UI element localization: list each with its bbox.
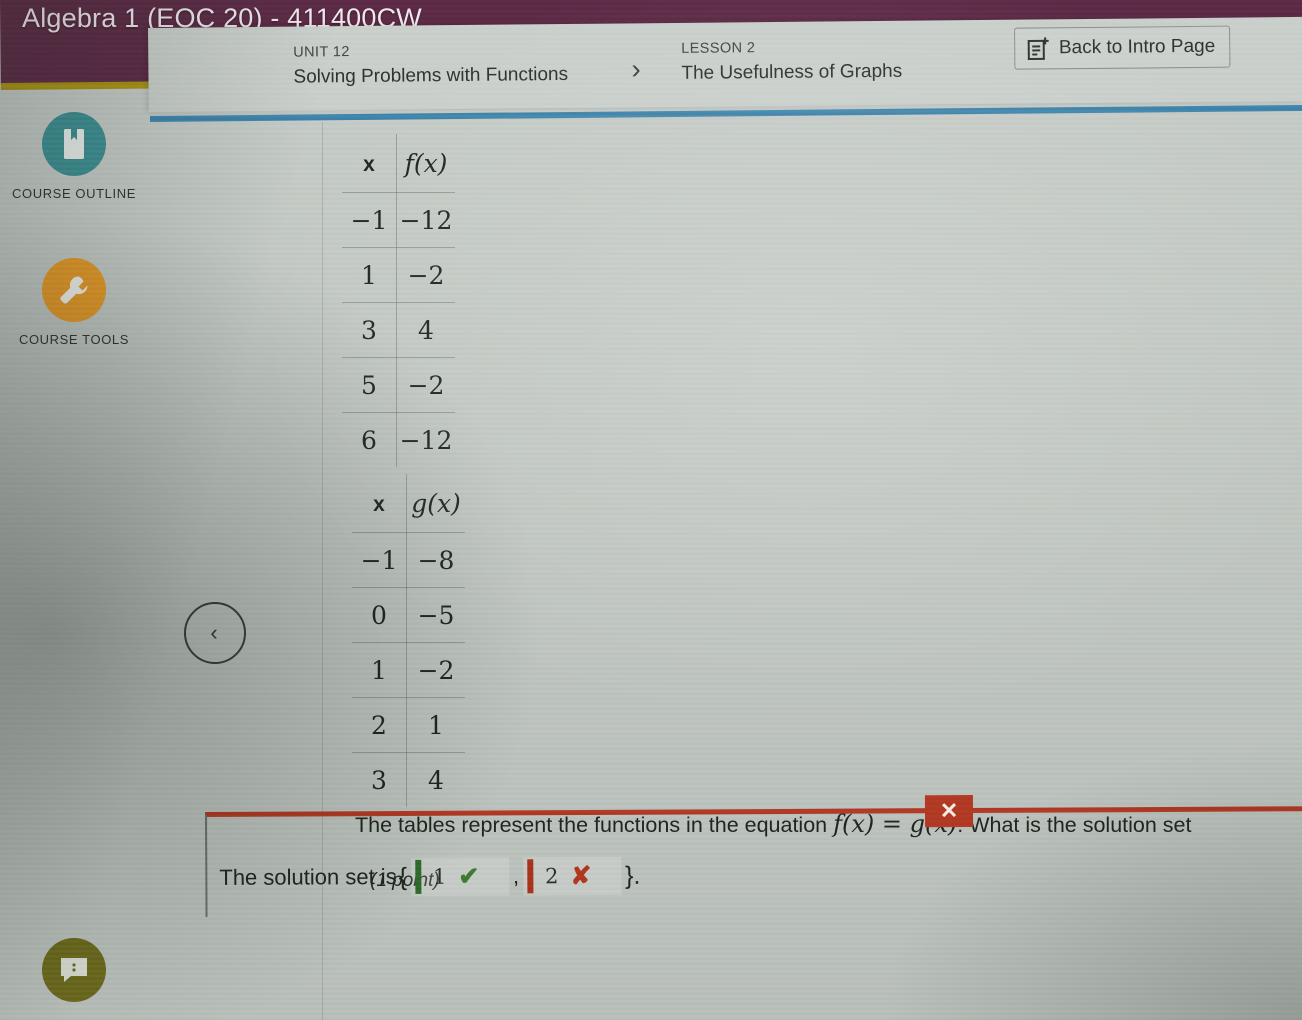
table-header-row: x g(x) [352,474,465,533]
close-brace: }. [625,861,641,890]
back-to-intro-page-label: Back to Intro Page [1058,35,1216,59]
f-cell-y: −12 [396,192,455,248]
g-cell-x: −1 [352,532,407,588]
table-row: −1 −12 [342,192,455,248]
g-cell-x: 2 [352,697,407,753]
g-cell-x: 3 [352,752,407,807]
rail-item-messages[interactable] [0,938,148,1012]
answer-box: ✕ The solution set is { 1 ✔ , 2 ✘ }. [205,794,1302,917]
solution-input-2[interactable]: 2 ✘ [523,856,622,896]
screen: Algebra 1 (EOC 20) - 411400CW UNIT 12 So… [0,0,1302,1020]
f-cell-x: −1 [342,192,397,248]
g-table-header-x: x [352,474,407,533]
table-row: 6 −12 [342,412,455,467]
speech-bubble-icon [42,938,106,1002]
g-cell-y: 4 [406,752,465,807]
input-2-status-bar [527,859,534,894]
f-cell-x: 5 [342,357,397,413]
f-cell-x: 6 [342,412,397,467]
note-plus-icon [1027,36,1049,61]
g-cell-y: −2 [406,642,465,698]
incorrect-badge-icon: ✕ [924,794,974,828]
table-row: 3 4 [352,752,465,807]
left-rail: COURSE OUTLINE COURSE TOOLS [0,86,148,1020]
solution-input-1[interactable]: 1 ✔ [410,857,510,896]
breadcrumb-unit[interactable]: UNIT 12 Solving Problems with Functions [293,42,568,89]
lesson-eyebrow: LESSON 2 [681,40,756,57]
f-table-header-x: x [342,134,397,193]
answer-lead-text: The solution set is [219,863,397,890]
table-row: 0 −5 [352,587,465,643]
cross-icon: ✘ [570,861,592,890]
rail-item-course-outline[interactable]: COURSE OUTLINE [0,112,148,201]
g-cell-y: −5 [406,587,465,643]
f-cell-x: 3 [342,302,397,358]
lesson-title: The Usefulness of Graphs [681,60,903,84]
f-cell-y: −2 [396,357,455,413]
table-row: 5 −2 [342,357,455,413]
lesson-header-card: UNIT 12 Solving Problems with Functions … [148,16,1302,112]
f-cell-y: −2 [396,247,455,303]
wrench-icon [42,258,106,322]
breadcrumb-lesson[interactable]: LESSON 2 The Usefulness of Graphs [681,39,902,85]
table-row: 1 −2 [342,247,455,303]
unit-eyebrow: UNIT 12 [293,44,350,61]
input-1-value: 1 [432,864,447,889]
g-cell-y: −8 [406,532,465,588]
g-cell-x: 1 [352,642,407,698]
g-table-header-gx: g(x) [406,474,465,533]
book-bookmark-icon [42,112,106,176]
g-cell-y: 1 [406,697,465,753]
rail-label-course-outline: COURSE OUTLINE [12,186,136,201]
f-cell-y: 4 [396,302,455,358]
rail-label-course-tools: COURSE TOOLS [18,332,130,347]
g-table: x g(x) −1 −8 0 −5 1 −2 2 1 3 4 [352,474,465,807]
f-table: x f(x) −1 −12 1 −2 3 4 5 −2 6 −12 [342,134,455,467]
table-row: −1 −8 [352,532,465,588]
input-2-value: 2 [545,864,559,889]
f-cell-y: −12 [396,412,455,467]
open-brace: { [398,862,408,891]
table-header-row: x f(x) [342,134,455,193]
previous-page-button[interactable]: ‹ [184,602,246,664]
f-cell-x: 1 [342,247,397,303]
check-icon: ✔ [458,862,480,891]
chevron-right-icon: › [631,53,641,85]
answer-comma: , [512,863,520,889]
chevron-left-icon: ‹ [210,620,218,645]
g-cell-x: 0 [352,587,407,643]
f-table-header-fx: f(x) [396,134,455,193]
rail-item-course-tools[interactable]: COURSE TOOLS [0,258,148,347]
unit-title: Solving Problems with Functions [293,63,569,88]
table-row: 3 4 [342,302,455,358]
answer-line: The solution set is { 1 ✔ , 2 ✘ }. [219,856,642,897]
input-1-status-bar [414,859,422,894]
table-row: 2 1 [352,697,465,753]
table-row: 1 −2 [352,642,465,698]
back-to-intro-page-button[interactable]: Back to Intro Page [1013,25,1231,70]
